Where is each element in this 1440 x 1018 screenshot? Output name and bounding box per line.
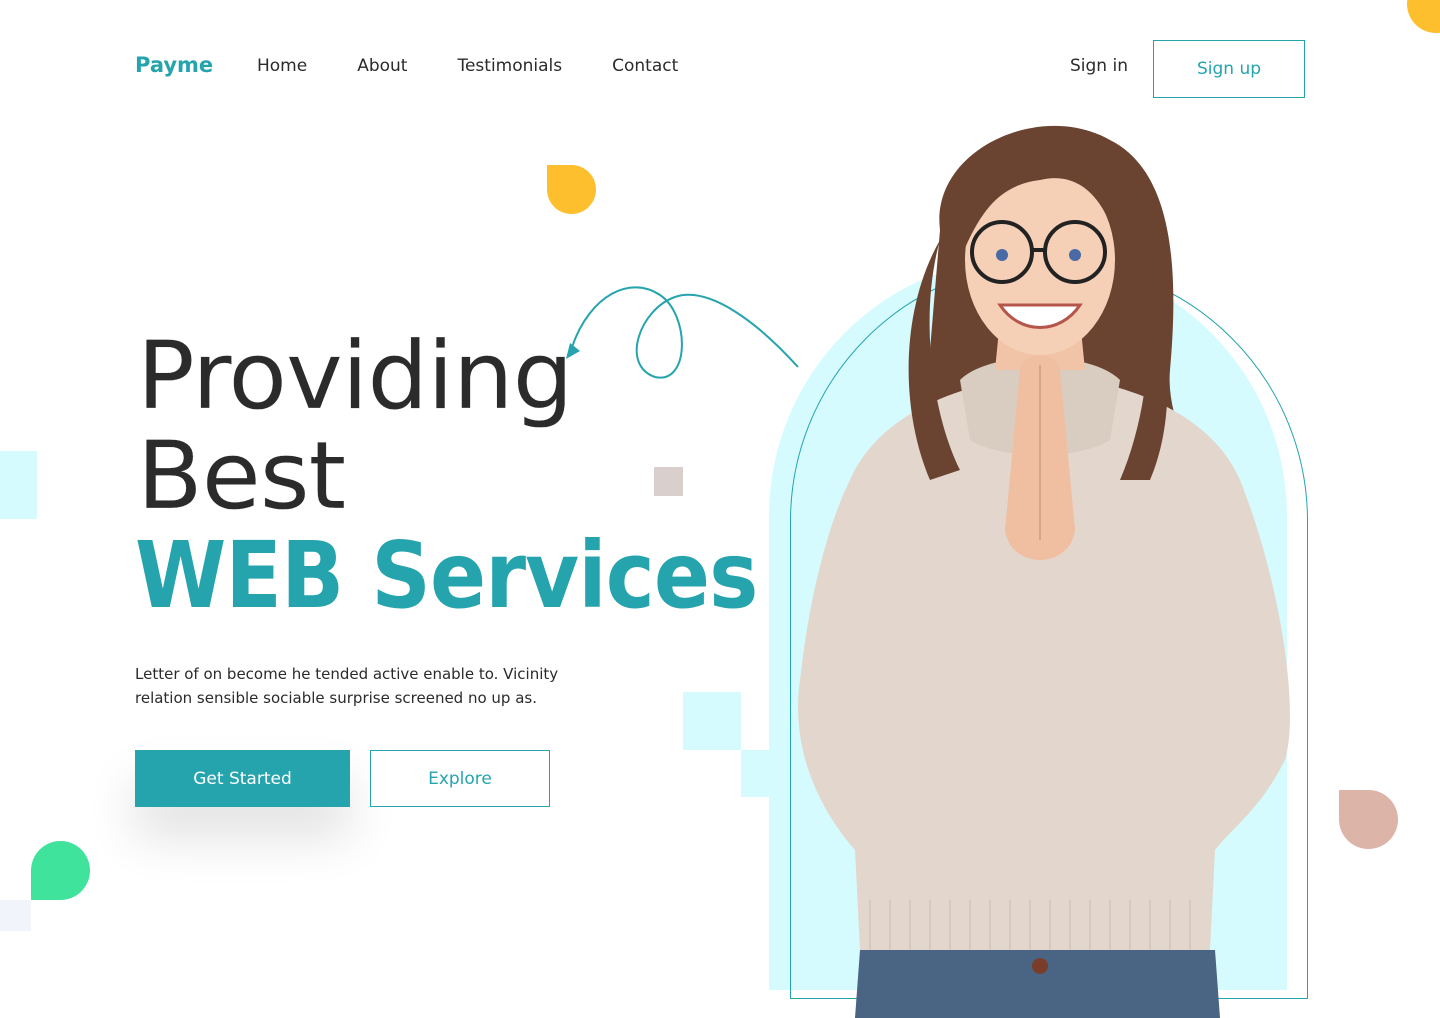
cyan-block-decor	[0, 451, 37, 519]
nav-link-contact[interactable]: Contact	[612, 56, 678, 76]
yellow-drop-decor	[547, 165, 596, 214]
signup-button[interactable]: Sign up	[1153, 40, 1305, 98]
hero-title-line1: Providing	[137, 322, 574, 431]
nav-link-about[interactable]: About	[357, 56, 407, 76]
cyan-square-decor	[683, 692, 741, 750]
yellow-circle-decor	[1407, 0, 1440, 33]
nav-link-testimonials[interactable]: Testimonials	[457, 56, 562, 76]
main-nav: Home About Testimonials Contact	[257, 56, 678, 76]
woman-portrait-image	[798, 125, 1290, 1018]
green-drop-decor	[31, 841, 90, 900]
gray-square-decor	[654, 467, 683, 496]
hero-title-line3: WEB Services	[135, 522, 758, 629]
nav-link-home[interactable]: Home	[257, 56, 307, 76]
arrow-swirl-icon	[566, 286, 799, 379]
get-started-button[interactable]: Get Started	[135, 750, 350, 807]
signin-link[interactable]: Sign in	[1070, 56, 1128, 76]
pale-square-decor	[0, 900, 31, 931]
explore-button[interactable]: Explore	[370, 750, 550, 807]
pink-drop-decor	[1339, 790, 1398, 849]
hero-title-line2: Best	[137, 422, 346, 531]
landing-page: Payme Home About Testimonials Contact Si…	[0, 0, 1440, 1018]
brand-logo[interactable]: Payme	[135, 53, 213, 77]
hero-description: Letter of on become he tended active ena…	[135, 665, 559, 707]
